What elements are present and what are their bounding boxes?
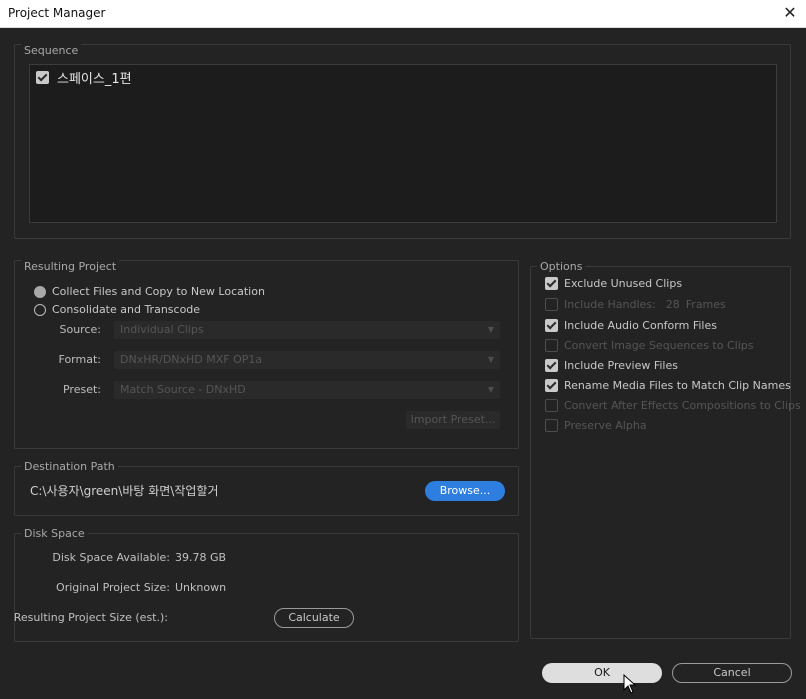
options-label: Options <box>537 260 586 273</box>
rename-media-files-checkbox[interactable] <box>545 379 558 392</box>
include-handles-label: Include Handles: <box>564 298 656 311</box>
include-audio-conform-label: Include Audio Conform Files <box>564 319 717 332</box>
collect-files-radio[interactable] <box>34 285 46 298</box>
preset-label: Preset: <box>62 383 101 396</box>
cursor-icon <box>623 674 637 694</box>
collect-files-label: Collect Files and Copy to New Location <box>52 285 265 298</box>
consolidate-radio[interactable] <box>34 303 46 316</box>
include-audio-conform-checkbox[interactable] <box>545 319 558 332</box>
format-value: DNxHR/DNxHD MXF OP1a <box>120 353 263 366</box>
include-handles-value[interactable]: 28 <box>666 298 680 311</box>
sequence-list[interactable]: 스페이스_1편 <box>29 64 777 223</box>
original-size-value: Unknown <box>175 581 227 594</box>
resulting-size-label: Resulting Project Size (est.): <box>13 611 168 624</box>
calculate-button[interactable]: Calculate <box>274 608 354 628</box>
exclude-unused-clips-checkbox[interactable] <box>545 277 558 290</box>
source-dropdown[interactable]: Individual Clips ▼ <box>114 321 500 339</box>
cancel-button[interactable]: Cancel <box>672 663 792 683</box>
browse-button[interactable]: Browse... <box>425 481 505 501</box>
preserve-alpha-option[interactable]: Preserve Alpha <box>545 419 647 432</box>
disk-space-available-label: Disk Space Available: <box>52 551 170 564</box>
include-preview-files-checkbox[interactable] <box>545 359 558 372</box>
include-preview-files-option[interactable]: Include Preview Files <box>545 359 678 372</box>
preserve-alpha-label: Preserve Alpha <box>564 419 647 432</box>
close-icon[interactable]: ✕ <box>774 0 806 28</box>
consolidate-label: Consolidate and Transcode <box>52 303 201 316</box>
ok-button[interactable]: OK <box>542 663 662 683</box>
exclude-unused-clips-label: Exclude Unused Clips <box>564 277 683 290</box>
preserve-alpha-checkbox[interactable] <box>545 419 558 432</box>
convert-image-sequences-checkbox[interactable] <box>545 339 558 352</box>
rename-media-files-label: Rename Media Files to Match Clip Names <box>564 379 791 392</box>
window-title: Project Manager <box>8 6 106 20</box>
preset-dropdown[interactable]: Match Source - DNxHD ▼ <box>114 381 500 399</box>
exclude-unused-clips-option[interactable]: Exclude Unused Clips <box>545 277 682 290</box>
sequence-group-label: Sequence <box>21 44 82 57</box>
convert-ae-compositions-checkbox[interactable] <box>545 399 558 412</box>
destination-label: Destination Path <box>21 460 118 473</box>
convert-ae-compositions-option[interactable]: Convert After Effects Compositions to Cl… <box>545 399 801 412</box>
chevron-down-icon: ▼ <box>487 325 494 334</box>
convert-image-sequences-option[interactable]: Convert Image Sequences to Clips <box>545 339 753 352</box>
disk-space-label: Disk Space <box>21 527 88 540</box>
sequence-item[interactable]: 스페이스_1편 <box>36 68 132 87</box>
include-audio-conform-option[interactable]: Include Audio Conform Files <box>545 319 717 332</box>
preset-value: Match Source - DNxHD <box>120 383 246 396</box>
source-value: Individual Clips <box>120 323 204 336</box>
source-label: Source: <box>59 323 102 336</box>
include-handles-checkbox[interactable] <box>545 298 558 311</box>
sequence-item-checkbox[interactable] <box>36 71 49 84</box>
import-preset-button[interactable]: Import Preset... <box>406 411 500 429</box>
chevron-down-icon: ▼ <box>487 355 494 364</box>
original-size-label: Original Project Size: <box>56 581 170 594</box>
sequence-item-name: 스페이스_1편 <box>57 72 132 87</box>
resulting-project-label: Resulting Project <box>21 260 120 273</box>
destination-path: C:\사용자\green\바탕 화면\작업할거 <box>30 484 219 498</box>
collect-files-option[interactable]: Collect Files and Copy to New Location <box>34 285 265 298</box>
disk-space-available-value: 39.78 GB <box>175 551 227 564</box>
convert-ae-compositions-label: Convert After Effects Compositions to Cl… <box>564 399 801 412</box>
convert-image-sequences-label: Convert Image Sequences to Clips <box>564 339 754 352</box>
include-handles-unit: Frames <box>685 298 726 311</box>
format-dropdown[interactable]: DNxHR/DNxHD MXF OP1a ▼ <box>114 351 500 369</box>
chevron-down-icon: ▼ <box>487 385 494 394</box>
include-preview-files-label: Include Preview Files <box>564 359 678 372</box>
consolidate-option[interactable]: Consolidate and Transcode <box>34 303 200 316</box>
title-bar: Project Manager ✕ <box>0 0 806 28</box>
format-label: Format: <box>58 353 101 366</box>
rename-media-files-option[interactable]: Rename Media Files to Match Clip Names <box>545 379 791 392</box>
include-handles-option[interactable]: Include Handles: 28 Frames <box>545 298 726 311</box>
